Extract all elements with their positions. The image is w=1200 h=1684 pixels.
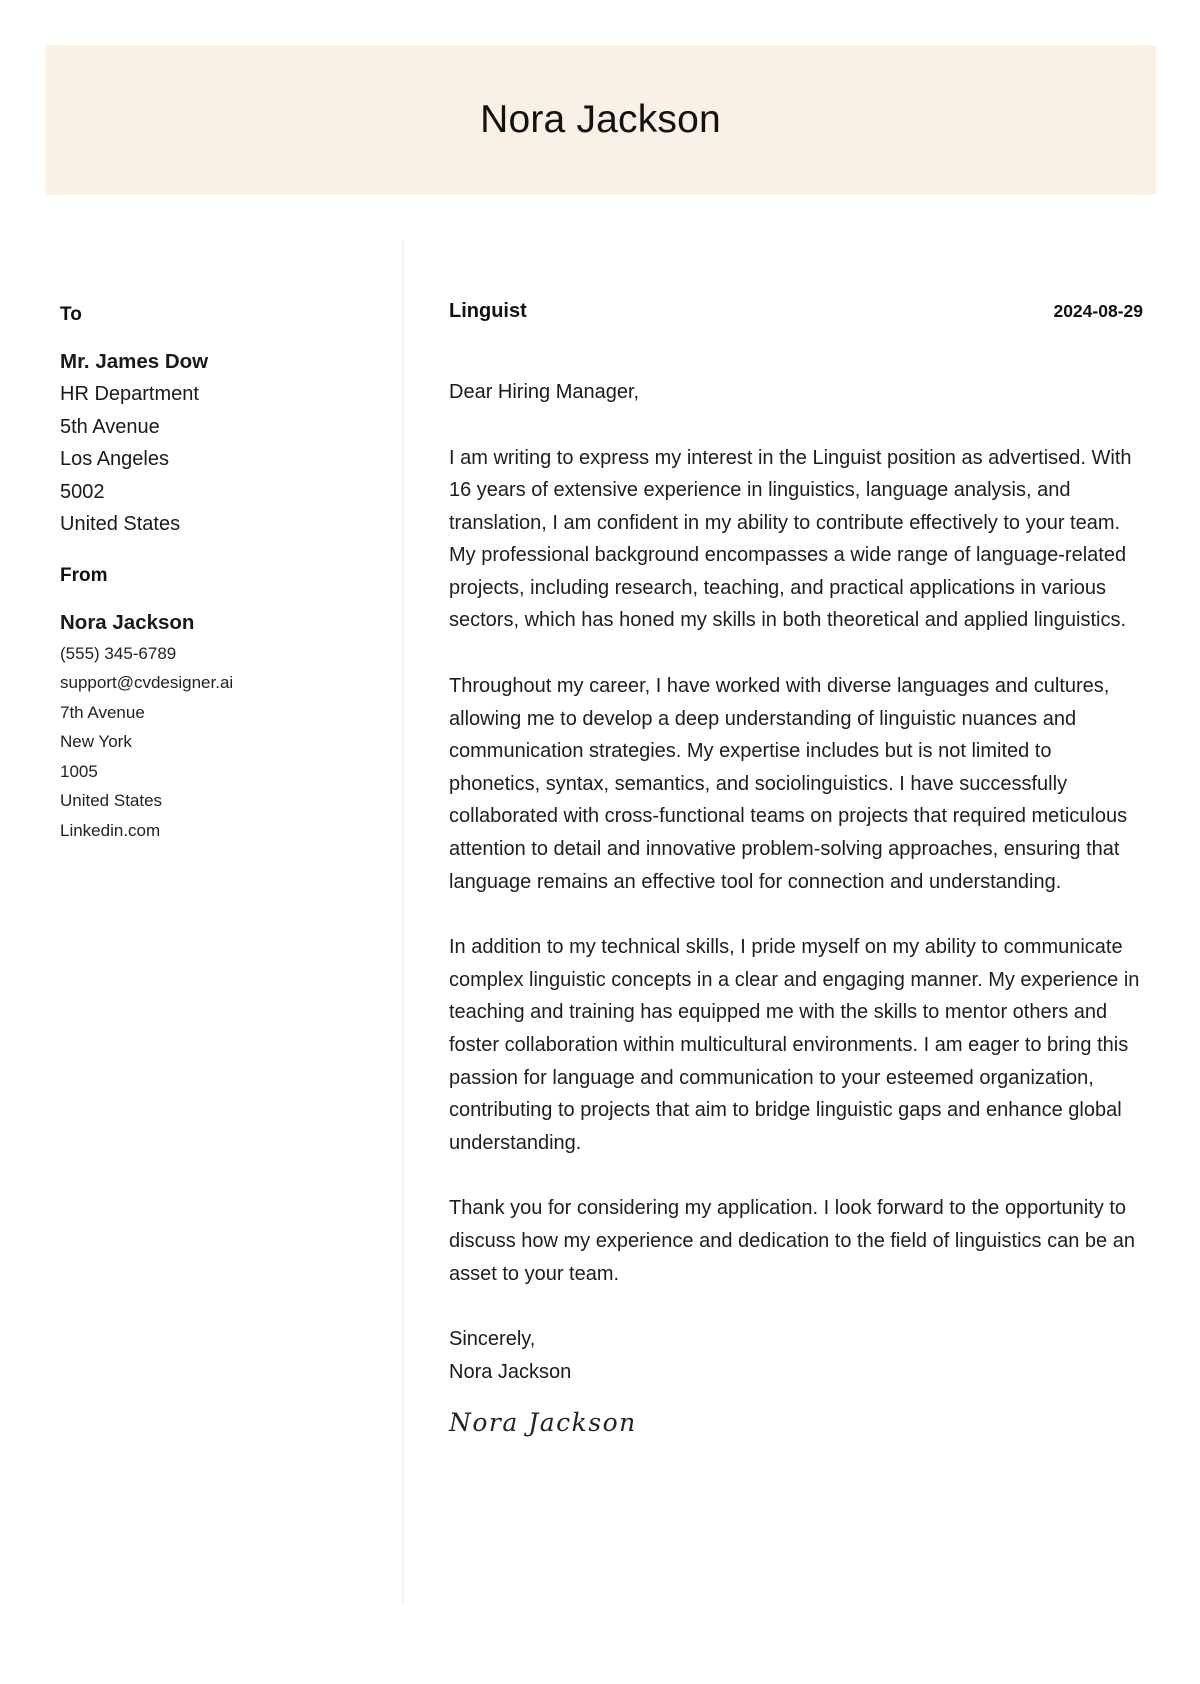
header-banner: Nora Jackson: [45, 45, 1156, 195]
sender-city: New York: [60, 732, 132, 751]
sender-linkedin: Linkedin.com: [60, 820, 161, 840]
closing-salutation: Sincerely,: [449, 1328, 536, 1351]
sender-country: United States: [60, 791, 163, 810]
closing-name: Nora Jackson: [449, 1360, 572, 1383]
column-divider: [402, 240, 404, 1604]
letter-date: 2024-08-29: [1053, 301, 1143, 321]
paragraph-skills: In addition to my technical skills, I pr…: [449, 936, 1140, 1154]
recipient-street: 5th Avenue: [60, 415, 160, 438]
applicant-name: Nora Jackson: [480, 98, 721, 141]
recipient-address: HR Department 5th Avenue Los Angeles 500…: [60, 378, 380, 541]
letter-title-row: Linguist 2024-08-29: [449, 300, 1143, 332]
address-column: To Mr. James Dow HR Department 5th Avenu…: [60, 300, 380, 845]
sender-email: support@cvdesigner.ai: [60, 673, 234, 692]
recipient-name: Mr. James Dow: [60, 350, 209, 373]
job-title: Linguist: [449, 300, 527, 322]
sender-postcode: 1005: [60, 761, 98, 781]
sender-street: 7th Avenue: [60, 702, 145, 722]
paragraph-experience: Throughout my career, I have worked with…: [449, 675, 1128, 893]
paragraph-intro: I am writing to express my interest in t…: [449, 446, 1132, 632]
to-label: To: [60, 304, 82, 325]
signature: Nora Jackson: [449, 1408, 637, 1438]
recipient-city: Los Angeles: [60, 448, 169, 470]
from-label: From: [60, 564, 108, 586]
recipient-department: HR Department: [60, 383, 199, 405]
greeting: Dear Hiring Manager,: [449, 381, 640, 403]
recipient-postcode: 5002: [60, 480, 105, 503]
sender-contact: (555) 345-6789 support@cvdesigner.ai 7th…: [60, 639, 380, 846]
closing: Sincerely, Nora Jackson: [449, 1323, 1143, 1388]
letter-body: Linguist 2024-08-29 Dear Hiring Manager,…: [449, 300, 1143, 1437]
recipient-country: United States: [60, 513, 181, 535]
paragraph-thanks: Thank you for considering my application…: [449, 1197, 1135, 1285]
sender-name: Nora Jackson: [60, 610, 195, 634]
sender-phone: (555) 345-6789: [60, 643, 177, 663]
